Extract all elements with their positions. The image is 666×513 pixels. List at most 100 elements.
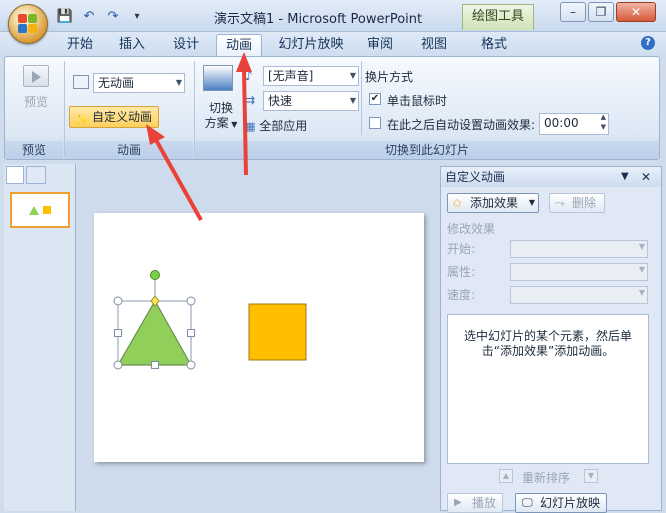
switch-scheme-button[interactable]: 切换 方案 ▼ (201, 101, 241, 132)
transition-group-label: 切换到此幻灯片 (195, 141, 659, 159)
resize-handle[interactable] (113, 360, 123, 370)
switch-scheme-line1: 切换 (208, 101, 233, 115)
reorder-label: 重新排序 (522, 471, 571, 485)
sound-dropdown[interactable]: [无声音] ▼ (263, 66, 359, 86)
sound-value: [无声音] (268, 69, 314, 83)
triangle-shape[interactable] (116, 299, 193, 366)
switch-scheme-line2: 方案 (204, 116, 229, 130)
start-dropdown[interactable]: ▼ (510, 240, 648, 258)
no-animation-dropdown[interactable]: 无动画 ▼ (93, 73, 185, 93)
chevron-down-icon: ▼ (638, 265, 645, 274)
resize-handle[interactable] (187, 329, 195, 337)
move-down-icon[interactable]: ▼ (584, 469, 598, 483)
redo-icon[interactable]: ↷ (104, 7, 122, 25)
office-logo-icon (18, 14, 38, 34)
on-click-label: 单击鼠标时 (387, 94, 448, 108)
speed-value: 快速 (268, 94, 293, 108)
ribbon-tab-row: 开始 插入 设计 动画 幻灯片放映 审阅 视图 格式 (0, 32, 666, 56)
restore-button[interactable]: ❐ (588, 2, 614, 22)
preview-group-label: 预览 (5, 141, 63, 159)
adjust-handle[interactable] (150, 295, 160, 307)
custom-animation-label: 自定义动画 (92, 110, 153, 124)
help-icon[interactable]: ? (641, 36, 655, 50)
no-animation-icon (73, 75, 89, 89)
tab-animation[interactable]: 动画 (216, 34, 262, 56)
tab-slideshow[interactable]: 幻灯片放映 (272, 34, 350, 56)
close-button[interactable]: ✕ (616, 2, 656, 22)
transition-scheme-icon (203, 65, 233, 91)
chevron-down-icon: ▼ (175, 78, 182, 87)
resize-handle[interactable] (114, 329, 122, 337)
undo-icon[interactable]: ↶ (80, 7, 98, 25)
speed-dropdown[interactable]: 快速 ▼ (263, 91, 359, 111)
resize-handle[interactable] (151, 361, 159, 369)
outline-tab-icon[interactable] (26, 166, 46, 184)
custom-animation-button[interactable]: ✨ 自定义动画 (69, 106, 159, 128)
minimize-button[interactable]: – (560, 2, 586, 22)
preview-icon (23, 65, 49, 87)
drawing-tools-context-title: 绘图工具 (462, 4, 534, 30)
property-label: 属性: (447, 265, 476, 279)
thumbnail-shapes-icon (29, 206, 51, 215)
play-icon: ▶ (454, 497, 462, 508)
apply-all-button[interactable]: ▦ 全部应用 (245, 117, 307, 134)
tab-design[interactable]: 设计 (164, 34, 208, 56)
qat-more-icon[interactable]: ▾ (128, 7, 146, 25)
add-effect-button[interactable]: ✩ 添加效果 ▼ (447, 193, 539, 213)
remove-icon: ⤳ (555, 196, 565, 210)
star-icon: ✩ (452, 196, 463, 210)
close-icon[interactable]: ✕ (641, 167, 651, 187)
chevron-down-icon: ▼ (349, 96, 356, 105)
on-click-checkbox[interactable]: ✔ (369, 93, 381, 105)
auto-advance-time-value: 00:00 (544, 116, 579, 130)
remove-button[interactable]: ⤳ 删除 (549, 193, 605, 213)
custom-animation-icon: ✨ (74, 113, 89, 127)
tab-view[interactable]: 视图 (412, 34, 456, 56)
resize-handle[interactable] (186, 360, 196, 370)
slideshow-button[interactable]: 🖵 幻灯片放映 (515, 493, 607, 513)
tab-format[interactable]: 格式 (472, 34, 516, 56)
animation-group-label: 动画 (65, 141, 193, 159)
animation-hint-text: 选中幻灯片的某个元素，然后单击“添加效果”添加动画。 (463, 329, 632, 358)
speed-dropdown-pane[interactable]: ▼ (510, 286, 648, 304)
play-button[interactable]: ▶ 播放 (447, 493, 503, 513)
office-button[interactable] (8, 4, 48, 44)
tab-home[interactable]: 开始 (58, 34, 102, 56)
property-dropdown[interactable]: ▼ (510, 263, 648, 281)
ribbon: 预览 预览 无动画 ▼ ✨ 自定义动画 动画 切换 方案 ▼ ♪ [无声音] ▼… (4, 56, 660, 160)
slides-tab-icon[interactable] (6, 166, 24, 184)
chevron-down-icon: ▼ (349, 71, 356, 80)
preview-label: 预览 (23, 95, 48, 109)
window-title: 演示文稿1 - Microsoft PowerPoint (214, 12, 423, 27)
preview-button[interactable]: 预览 (19, 65, 53, 125)
chevron-down-icon: ▼ (528, 198, 535, 207)
save-icon[interactable]: 💾 (56, 7, 74, 25)
advance-slide-header: 换片方式 (365, 70, 414, 84)
chevron-down-icon: ▼ (638, 242, 645, 251)
tab-review[interactable]: 审阅 (358, 34, 402, 56)
modify-effect-header: 修改效果 (447, 222, 496, 236)
rotation-handle[interactable] (150, 270, 160, 280)
auto-advance-label: 在此之后自动设置动画效果: (387, 118, 536, 132)
resize-handle[interactable] (113, 296, 123, 306)
auto-advance-time-input[interactable]: 00:00 ▲ ▼ (539, 113, 609, 135)
quick-access-toolbar: 💾 ↶ ↷ ▾ (56, 7, 146, 25)
slide-shapes (113, 270, 307, 370)
no-animation-value: 无动画 (98, 76, 135, 90)
move-up-icon[interactable]: ▲ (499, 469, 513, 483)
spinner-icon[interactable]: ▲ ▼ (601, 112, 606, 132)
play-label: 播放 (472, 496, 497, 510)
tab-insert[interactable]: 插入 (110, 34, 154, 56)
chevron-down-icon: ▼ (228, 120, 238, 129)
slides-pane-tabs (6, 166, 74, 186)
speed-label: 速度: (447, 288, 476, 302)
resize-handle[interactable] (186, 296, 196, 306)
task-pane-header: 自定义动画 ▼ ✕ (441, 167, 661, 187)
apply-all-icon: ▦ (245, 120, 256, 133)
square-shape[interactable] (248, 303, 307, 361)
auto-advance-checkbox[interactable] (369, 117, 381, 129)
pane-menu-icon[interactable]: ▼ (621, 167, 629, 187)
slide-thumbnail[interactable] (10, 192, 70, 228)
animation-list-box[interactable]: 选中幻灯片的某个元素，然后单击“添加效果”添加动画。 (447, 314, 649, 464)
apply-all-label: 全部应用 (259, 119, 308, 133)
